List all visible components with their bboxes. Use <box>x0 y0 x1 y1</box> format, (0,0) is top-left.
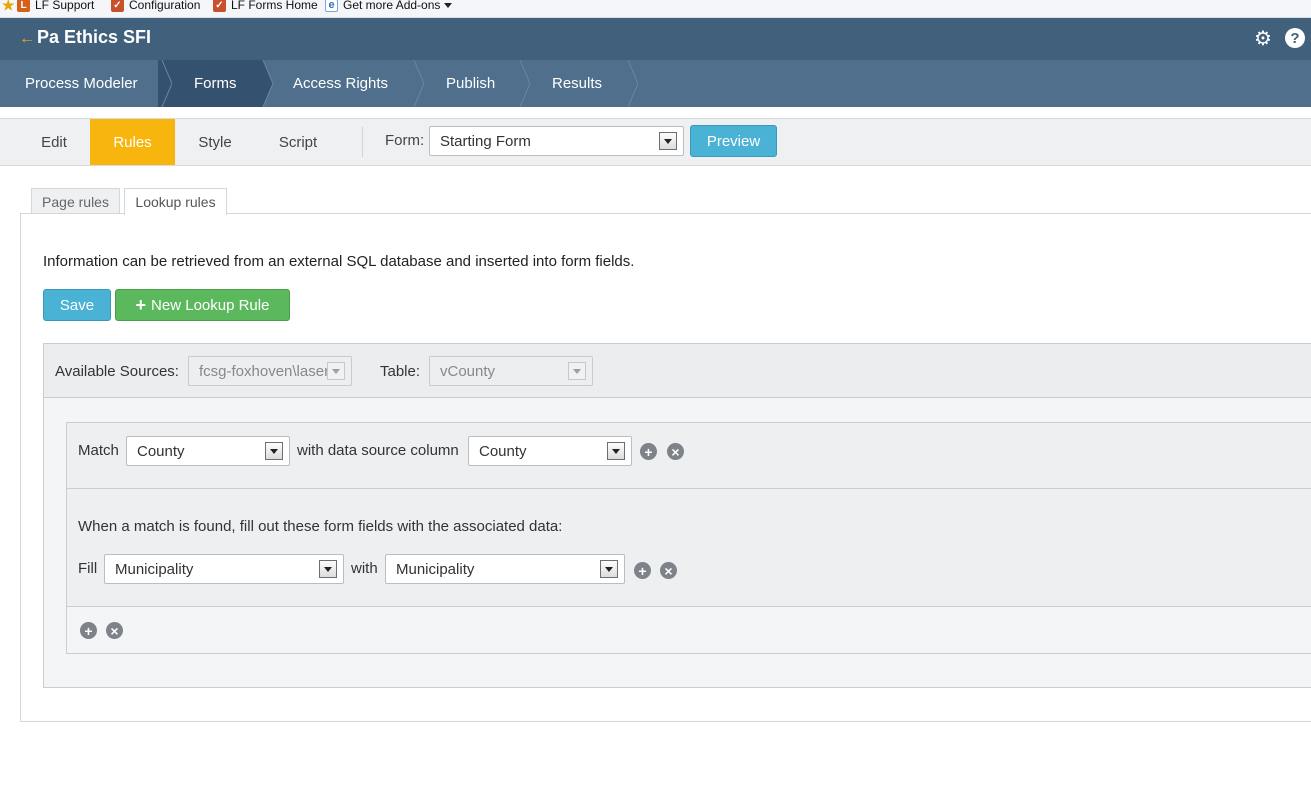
nav-separator <box>519 60 530 107</box>
nav-forms[interactable]: Forms <box>163 60 259 107</box>
remove-condition-icon[interactable]: × <box>667 443 684 460</box>
match-label: Match <box>78 442 119 459</box>
chevron-down-icon[interactable] <box>600 560 618 578</box>
nav-process-modeler[interactable]: Process Modeler <box>0 60 163 107</box>
new-lookup-rule-label: New Lookup Rule <box>151 296 270 314</box>
nav-separator <box>158 60 172 107</box>
star-icon: ★ <box>2 0 15 13</box>
form-select-value: Starting Form <box>440 132 531 150</box>
page-title: Pa Ethics SFI <box>37 27 152 47</box>
fill-column-value: Municipality <box>396 560 475 578</box>
nav-separator <box>627 60 638 107</box>
bookmark-lf-forms-home[interactable]: ✓ LF Forms Home <box>213 0 318 13</box>
plus-icon: + <box>135 294 147 315</box>
bookmark-label: Get more Add-ons <box>343 0 441 12</box>
match-column-value: County <box>479 442 527 460</box>
gear-icon[interactable]: ⚙ <box>1253 28 1273 50</box>
check-icon: ✓ <box>111 0 124 12</box>
back-arrow-icon[interactable]: ← <box>19 30 35 48</box>
tab-lookup-rules[interactable]: Lookup rules <box>124 188 227 215</box>
laserfiche-icon: L <box>17 0 30 12</box>
chevron-down-icon[interactable] <box>607 442 625 460</box>
check-icon: ✓ <box>213 0 226 12</box>
tab-script[interactable]: Script <box>262 119 334 165</box>
bookmark-get-more-addons[interactable]: e Get more Add-ons <box>325 0 453 13</box>
form-select[interactable]: Starting Form <box>429 126 684 156</box>
match-field-value: County <box>137 442 185 460</box>
app-header: ← Pa Ethics SFI ⚙ ? <box>0 18 1311 60</box>
fill-field-select[interactable]: Municipality <box>104 554 344 584</box>
available-sources-select: fcsg-foxhoven\laserfiche <box>188 356 352 386</box>
chevron-down-icon[interactable] <box>265 442 283 460</box>
nav-results[interactable]: Results <box>526 60 628 107</box>
nav-publish[interactable]: Publish <box>420 60 520 107</box>
match-field-select[interactable]: County <box>126 436 290 466</box>
tab-page-rules[interactable]: Page rules <box>31 188 120 214</box>
nav-label: Access Rights <box>293 75 389 92</box>
chevron-down-icon[interactable] <box>659 132 677 150</box>
save-button[interactable]: Save <box>43 289 111 321</box>
new-lookup-rule-button[interactable]: + New Lookup Rule <box>115 289 290 321</box>
nav-separator <box>259 60 273 107</box>
chevron-down-icon <box>568 362 586 380</box>
with-column-label: with data source column <box>297 442 459 459</box>
table-label: Table: <box>380 363 421 380</box>
divider <box>67 488 1311 489</box>
bookmark-label: LF Support <box>35 0 95 12</box>
divider <box>362 127 363 157</box>
chevron-down-icon[interactable] <box>319 560 337 578</box>
tab-style[interactable]: Style <box>178 119 252 165</box>
add-rule-icon[interactable]: + <box>80 622 97 639</box>
fill-label: Fill <box>78 560 98 577</box>
help-icon[interactable]: ? <box>1285 28 1305 48</box>
nav-separator <box>413 60 424 107</box>
tab-edit[interactable]: Edit <box>18 119 90 165</box>
nav-label: Publish <box>446 75 496 92</box>
fill-field-value: Municipality <box>115 560 194 578</box>
forms-toolbar: Edit Rules Style Script Form: Starting F… <box>0 118 1311 166</box>
fill-intro-text: When a match is found, fill out these fo… <box>78 518 563 535</box>
ie-icon: e <box>325 0 338 12</box>
table-select-value: vCounty <box>440 362 496 380</box>
add-fill-icon[interactable]: + <box>634 562 651 579</box>
rule-footer <box>67 607 1311 653</box>
form-label: Form: <box>385 132 425 149</box>
preview-button[interactable]: Preview <box>690 125 777 157</box>
nav-label: Forms <box>194 75 237 92</box>
add-condition-icon[interactable]: + <box>640 443 657 460</box>
nav-label: Process Modeler <box>25 75 138 92</box>
process-nav: Process Modeler Forms Access Rights Publ… <box>0 60 1311 107</box>
bookmark-label: Configuration <box>129 0 201 12</box>
with-label: with <box>351 560 378 577</box>
chevron-down-icon <box>444 2 453 8</box>
tab-rules[interactable]: Rules <box>90 119 175 165</box>
remove-rule-icon[interactable]: × <box>106 622 123 639</box>
available-sources-value: fcsg-foxhoven\laserfiche <box>199 362 327 380</box>
available-sources-label: Available Sources: <box>55 363 179 380</box>
chevron-down-icon <box>327 362 345 380</box>
nav-label: Results <box>552 75 603 92</box>
remove-fill-icon[interactable]: × <box>660 562 677 579</box>
bookmark-label: LF Forms Home <box>231 0 318 12</box>
bookmarks-bar: ★ L LF Support ✓ Configuration ✓ LF Form… <box>0 0 1311 18</box>
info-text: Information can be retrieved from an ext… <box>43 253 635 270</box>
bookmark-lf-support[interactable]: ★ L LF Support <box>2 0 94 13</box>
table-select: vCounty <box>429 356 593 386</box>
bookmark-configuration[interactable]: ✓ Configuration <box>111 0 200 13</box>
match-column-select[interactable]: County <box>468 436 632 466</box>
nav-access-rights[interactable]: Access Rights <box>271 60 411 107</box>
fill-column-select[interactable]: Municipality <box>385 554 625 584</box>
